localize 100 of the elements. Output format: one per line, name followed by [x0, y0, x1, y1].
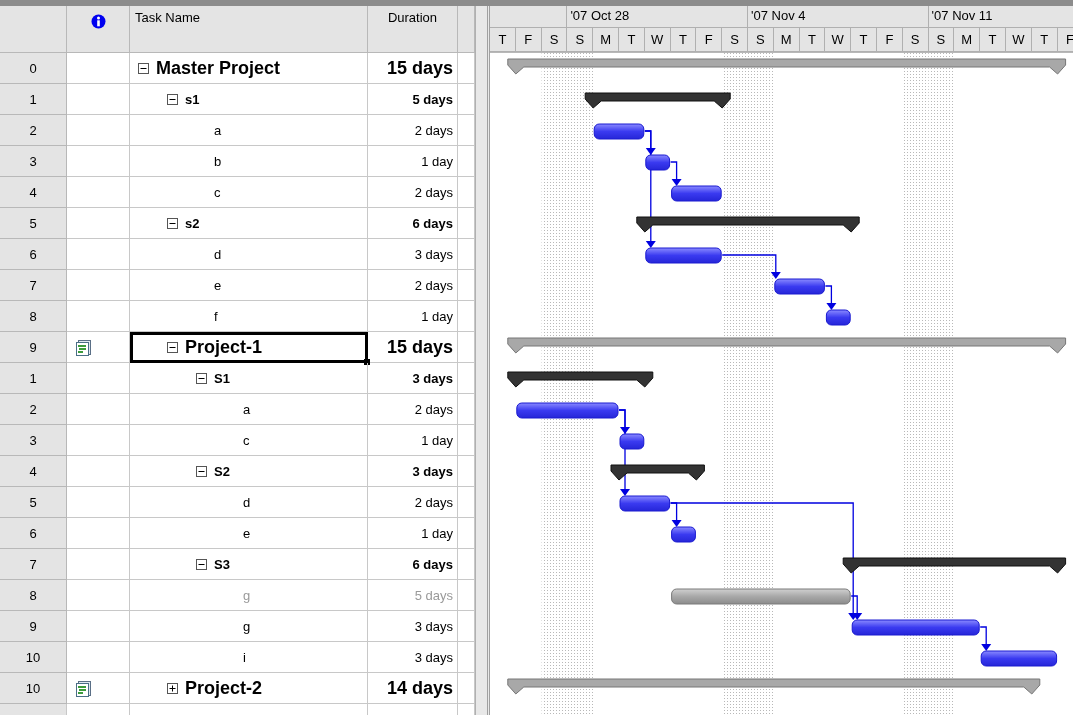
- duration-cell: 3 days: [368, 239, 458, 270]
- day-header: T: [670, 28, 697, 52]
- task-name[interactable]: g: [243, 618, 251, 634]
- column-header[interactable]: Task Name: [130, 6, 368, 53]
- row-number[interactable]: 4: [0, 177, 67, 208]
- task-name[interactable]: b: [214, 153, 222, 169]
- duration-cell: 5 days: [368, 84, 458, 115]
- link-arrow: [721, 254, 781, 279]
- duration-cell: 1 day: [368, 518, 458, 549]
- duration-cell: 1 day: [368, 425, 458, 456]
- day-header: W: [1005, 28, 1032, 52]
- row-number[interactable]: 9: [0, 332, 67, 363]
- day-header: T: [619, 28, 645, 52]
- day-header: W: [825, 28, 852, 52]
- task-name[interactable]: a: [214, 122, 222, 138]
- day-header: T: [799, 28, 826, 52]
- duration-cell: 6 days: [368, 208, 458, 239]
- day-header: F: [515, 28, 542, 52]
- row-number[interactable]: 9: [0, 611, 67, 642]
- row-number[interactable]: 8: [0, 301, 67, 332]
- row-number[interactable]: 6: [0, 518, 67, 549]
- column-header[interactable]: Duration: [368, 6, 458, 53]
- duration-cell: 5 days: [368, 580, 458, 611]
- collapse-icon[interactable]: [167, 93, 178, 105]
- duration-cell: 3 days: [368, 611, 458, 642]
- task-name[interactable]: d: [214, 246, 222, 262]
- day-header: F: [696, 28, 723, 52]
- collapse-icon[interactable]: [196, 372, 207, 384]
- expand-icon[interactable]: [167, 682, 178, 694]
- task-bar: [619, 495, 671, 512]
- duration-cell: 3 days: [368, 642, 458, 673]
- day-header: T: [1031, 28, 1058, 52]
- collapse-icon[interactable]: [167, 341, 178, 353]
- task-name[interactable]: s2: [185, 215, 200, 231]
- task-name[interactable]: S1: [214, 370, 230, 386]
- duration-cell: 1 day: [368, 146, 458, 177]
- collapse-icon[interactable]: [167, 217, 178, 229]
- duration-cell: 2 days: [368, 394, 458, 425]
- duration-cell: 6 days: [368, 549, 458, 580]
- task-name[interactable]: i: [243, 649, 246, 665]
- duration-cell: 3 days: [368, 456, 458, 487]
- day-header: S: [541, 28, 568, 52]
- day-header: S: [928, 28, 955, 52]
- row-number[interactable]: 3: [0, 425, 67, 456]
- day-header: F: [1057, 28, 1073, 52]
- row-number[interactable]: 8: [0, 580, 67, 611]
- row-number[interactable]: 5: [0, 487, 67, 518]
- day-header: T: [980, 28, 1006, 52]
- row-number[interactable]: 7: [0, 549, 67, 580]
- link-arrow: [979, 626, 992, 651]
- task-name[interactable]: s1: [185, 91, 200, 107]
- collapse-icon[interactable]: [196, 558, 207, 570]
- indicator-column-header[interactable]: [67, 6, 130, 53]
- task-bar: [645, 154, 671, 171]
- row-number[interactable]: 0: [0, 53, 67, 84]
- task-name[interactable]: Project-1: [185, 336, 263, 358]
- row-number[interactable]: 6: [0, 239, 67, 270]
- day-header: T: [490, 28, 516, 52]
- task-bar: [619, 433, 645, 450]
- task-bar: [593, 123, 645, 140]
- row-number[interactable]: 10: [0, 673, 67, 704]
- row-number[interactable]: 2: [0, 394, 67, 425]
- collapse-icon[interactable]: [196, 465, 207, 477]
- day-header: S: [902, 28, 929, 52]
- task-name[interactable]: a: [243, 401, 251, 417]
- row-number[interactable]: 1: [0, 363, 67, 394]
- row-number[interactable]: 7: [0, 270, 67, 301]
- info-icon: [90, 14, 106, 29]
- task-bar: [825, 309, 851, 326]
- duration-cell: 2 days: [368, 115, 458, 146]
- day-header: W: [644, 28, 671, 52]
- day-header: S: [567, 28, 594, 52]
- duration-cell: 14 days: [368, 673, 458, 704]
- task-name[interactable]: Project-2: [185, 677, 263, 699]
- task-name[interactable]: S3: [214, 556, 230, 572]
- row-number[interactable]: 5: [0, 208, 67, 239]
- duration-cell: 2 days: [368, 270, 458, 301]
- day-header: S: [747, 28, 774, 52]
- task-name[interactable]: e: [243, 525, 251, 541]
- collapse-icon[interactable]: [138, 62, 149, 74]
- task-name[interactable]: d: [243, 494, 251, 510]
- link-arrow: [824, 285, 837, 310]
- row-number[interactable]: 10: [0, 642, 67, 673]
- task-name[interactable]: e: [214, 277, 222, 293]
- task-name[interactable]: c: [243, 432, 250, 448]
- row-number[interactable]: 1: [0, 84, 67, 115]
- task-name[interactable]: Master Project: [156, 57, 281, 79]
- row-number[interactable]: 3: [0, 146, 67, 177]
- task-name[interactable]: S2: [214, 463, 230, 479]
- task-name[interactable]: c: [214, 184, 221, 200]
- duration-cell: 3 days: [368, 363, 458, 394]
- task-name[interactable]: f: [214, 308, 218, 324]
- duration-cell: 15 days: [368, 332, 458, 363]
- task-bar: [671, 185, 722, 202]
- row-number[interactable]: 4: [0, 456, 67, 487]
- duration-cell: 1 day: [368, 301, 458, 332]
- duration-cell: 2 days: [368, 487, 458, 518]
- day-header: M: [954, 28, 981, 52]
- day-header: F: [876, 28, 903, 52]
- row-number[interactable]: 2: [0, 115, 67, 146]
